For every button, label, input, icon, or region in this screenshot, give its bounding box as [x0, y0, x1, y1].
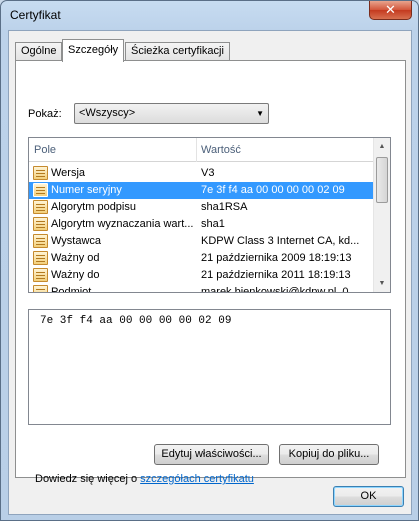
field-name: Wystawca [51, 235, 102, 247]
edit-properties-button[interactable]: Edytuj właściwości... [154, 444, 269, 465]
field-value: 7e 3f f4 aa 00 00 00 00 02 09 [201, 184, 345, 196]
field-value: 21 października 2011 18:19:13 [201, 269, 351, 281]
field-name: Algorytm wyznaczania wart... [51, 218, 194, 230]
certificate-field-icon [33, 200, 48, 214]
field-value: KDPW Class 3 Internet CA, kd... [201, 235, 360, 247]
list-rows: Wersja V3 Numer seryjny 7e 3f f4 aa 00 0… [29, 165, 374, 293]
scroll-down-icon[interactable]: ▼ [374, 275, 390, 292]
details-panel: Pokaż: <Wszyscy> ▼ Pole Wartość Wersja V… [15, 60, 406, 485]
show-dropdown-value: <Wszyscy> [79, 107, 136, 119]
show-label: Pokaż: [28, 108, 62, 120]
tab-general[interactable]: Ogólne [15, 42, 63, 61]
column-header-field[interactable]: Pole [34, 144, 56, 156]
vertical-scrollbar[interactable]: ▲ ▼ [373, 138, 390, 292]
certificate-field-icon [33, 234, 48, 248]
list-header: Pole Wartość [29, 138, 374, 162]
fields-list[interactable]: Pole Wartość Wersja V3 Numer seryjny 7e … [28, 137, 391, 293]
field-value: 21 października 2009 18:19:13 [201, 252, 352, 264]
list-item[interactable]: Wystawca KDPW Class 3 Internet CA, kd... [29, 233, 374, 250]
certificate-field-icon [33, 183, 48, 197]
list-item[interactable]: Wersja V3 [29, 165, 374, 182]
certificate-field-icon [33, 251, 48, 265]
field-name: Numer seryjny [51, 184, 122, 196]
field-name: Podmiot [51, 286, 92, 293]
chevron-down-icon: ▼ [256, 109, 264, 118]
field-value-textbox[interactable]: 7e 3f f4 aa 00 00 00 00 02 09 [28, 309, 391, 425]
list-item[interactable]: Podmiot marek.bienkowski@kdpw.pl, 0... [29, 284, 374, 293]
field-value: sha1RSA [201, 201, 248, 213]
field-name: Ważny do [51, 269, 100, 281]
list-item[interactable]: Ważny do 21 października 2011 18:19:13 [29, 267, 374, 284]
ok-button[interactable]: OK [333, 486, 404, 507]
certificate-dialog: Certyfikat ✕ Ogólne Szczegóły Ścieżka ce… [0, 0, 419, 521]
certificate-field-icon [33, 268, 48, 282]
show-dropdown[interactable]: <Wszyscy> ▼ [74, 103, 269, 124]
close-button[interactable]: ✕ [369, 1, 412, 20]
list-item[interactable]: Algorytm wyznaczania wart... sha1 [29, 216, 374, 233]
field-value: marek.bienkowski@kdpw.pl, 0... [201, 286, 358, 293]
certificate-field-icon [33, 166, 48, 180]
tab-details[interactable]: Szczegóły [62, 39, 125, 62]
field-name: Ważny od [51, 252, 100, 264]
copy-to-file-button[interactable]: Kopiuj do pliku... [279, 444, 379, 465]
close-icon: ✕ [385, 2, 396, 17]
column-divider[interactable] [196, 138, 197, 162]
field-name: Wersja [51, 167, 86, 179]
field-name: Algorytm podpisu [51, 201, 136, 213]
title-bar[interactable]: Certyfikat ✕ [1, 1, 418, 29]
certificate-field-icon [33, 285, 48, 292]
dialog-client-area: Ogólne Szczegóły Ścieżka certyfikacji Po… [8, 30, 412, 515]
field-value: sha1 [201, 218, 225, 230]
column-header-value[interactable]: Wartość [201, 144, 241, 156]
list-item[interactable]: Numer seryjny 7e 3f f4 aa 00 00 00 00 02… [29, 182, 374, 199]
learn-more-prefix: Dowiedz się więcej o [35, 473, 141, 485]
window-title: Certyfikat [10, 8, 61, 22]
tab-certification-path[interactable]: Ścieżka certyfikacji [125, 42, 230, 61]
scroll-thumb[interactable] [376, 157, 388, 203]
certificate-details-link[interactable]: szczegółach certyfikatu [140, 473, 254, 485]
list-item[interactable]: Algorytm podpisu sha1RSA [29, 199, 374, 216]
certificate-field-icon [33, 217, 48, 231]
field-value: V3 [201, 167, 215, 179]
scroll-up-icon[interactable]: ▲ [374, 138, 390, 155]
learn-more-text: Dowiedz się więcej o szczegółach certyfi… [35, 473, 254, 485]
list-item[interactable]: Ważny od 21 października 2009 18:19:13 [29, 250, 374, 267]
